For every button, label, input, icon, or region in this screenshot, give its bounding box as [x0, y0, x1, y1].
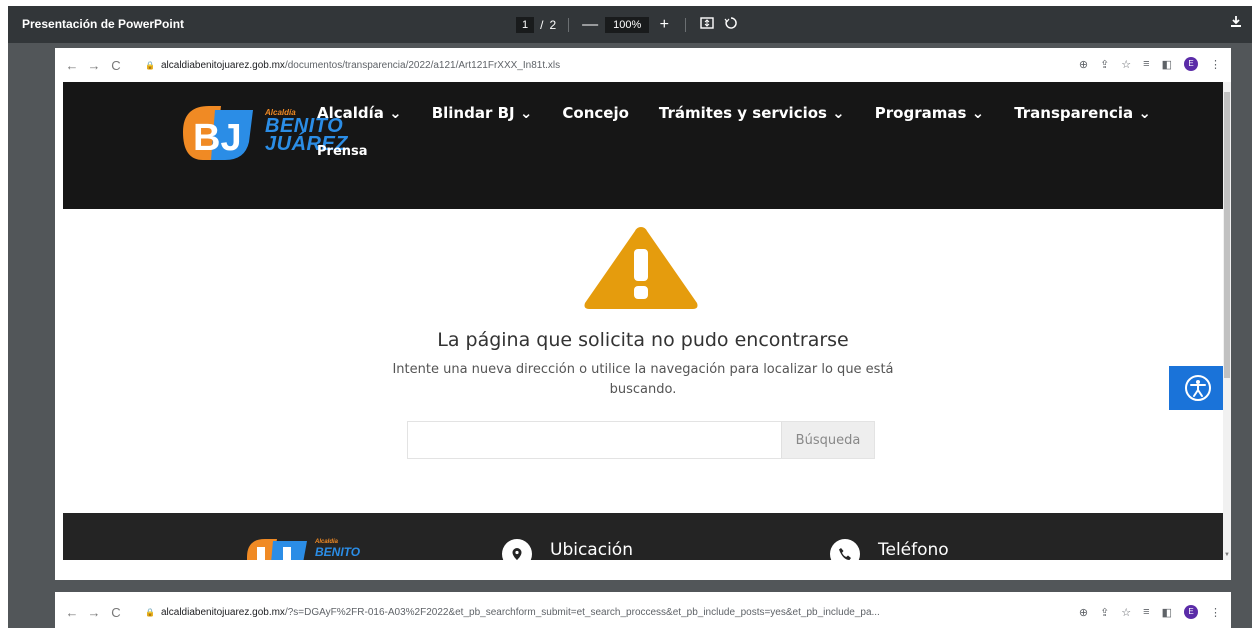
scroll-down-arrow-icon[interactable]: ▼ [1223, 552, 1231, 558]
main-menu: Alcaldía ⌄ Blindar BJ ⌄ Concejo Trámites… [317, 104, 1151, 122]
avatar: E [1184, 605, 1198, 619]
browser-address-bar-2: ← → C 🔒 alcaldiabenitojuarez.gob.mx/?s=D… [55, 592, 1231, 628]
zoom-level-input[interactable]: 100% [605, 17, 650, 33]
url-text: alcaldiabenitojuarez.gob.mx/documentos/t… [160, 59, 561, 71]
menu-item-tramites[interactable]: Trámites y servicios ⌄ [659, 104, 845, 122]
zoom-out-button[interactable]: — [581, 16, 599, 34]
menu-item-alcaldia[interactable]: Alcaldía ⌄ [317, 104, 402, 122]
reading-list-icon: ≡ [1143, 606, 1150, 618]
lock-icon: 🔒 [145, 60, 155, 70]
site-footer: Alcaldía BENITO Ubicación Teléfono [63, 513, 1223, 560]
menu-item-blindar[interactable]: Blindar BJ ⌄ [432, 104, 533, 122]
back-arrow-icon: ← [65, 57, 79, 73]
menu-item-transparencia[interactable]: Transparencia ⌄ [1014, 104, 1151, 122]
pdf-toolbar: Presentación de PowerPoint 1 / 2 — 100% … [8, 6, 1252, 43]
footer-phone: Teléfono [830, 531, 949, 560]
accessibility-button[interactable] [1169, 366, 1223, 410]
rotate-icon[interactable] [722, 16, 740, 35]
fit-page-icon[interactable] [698, 16, 716, 34]
phone-icon [830, 539, 860, 560]
back-arrow-icon: ← [65, 604, 79, 620]
more-menu-icon: ⋮ [1210, 606, 1221, 619]
search-form: Búsqueda [407, 421, 875, 459]
side-panel-icon: ◧ [1161, 58, 1172, 71]
footer-logo-text: Alcaldía BENITO [315, 539, 361, 559]
scroll-thumb[interactable] [1224, 92, 1230, 378]
reload-icon: C [111, 57, 121, 73]
browser-toolbar-icons: ⊕ ⇪ ☆ ≡ ◧ E ⋮ [1079, 605, 1221, 619]
pdf-page-1: ← → C 🔒 alcaldiabenitojuarez.gob.mx/docu… [55, 48, 1231, 580]
search-input[interactable] [408, 422, 781, 458]
menu-item-prensa[interactable]: Prensa [317, 144, 368, 159]
phone-label: Teléfono [878, 540, 949, 560]
download-icon[interactable] [1230, 15, 1242, 31]
not-found-content: La página que solicita no pudo encontrar… [63, 209, 1223, 513]
browser-address-bar: ← → C 🔒 alcaldiabenitojuarez.gob.mx/docu… [55, 48, 1231, 82]
forward-arrow-icon: → [87, 604, 101, 620]
menu-item-concejo[interactable]: Concejo [562, 104, 629, 122]
warning-icon [584, 227, 698, 309]
search-button[interactable]: Búsqueda [781, 422, 874, 458]
svg-text:BJ: BJ [193, 117, 242, 159]
more-menu-icon: ⋮ [1210, 58, 1221, 71]
side-panel-icon: ◧ [1161, 606, 1172, 619]
location-pin-icon [502, 539, 532, 560]
star-icon: ☆ [1121, 58, 1132, 71]
url-text: alcaldiabenitojuarez.gob.mx/?s=DGAyF%2FR… [160, 606, 880, 618]
star-icon: ☆ [1121, 606, 1132, 619]
bj-logo-icon: BJ [183, 106, 253, 160]
menu-item-programas[interactable]: Programas ⌄ [875, 104, 984, 122]
accessibility-icon [1184, 375, 1211, 401]
avatar: E [1184, 57, 1198, 71]
reading-list-icon: ≡ [1143, 58, 1150, 70]
browser-toolbar-icons: ⊕ ⇪ ☆ ≡ ◧ E ⋮ [1079, 57, 1221, 71]
total-pages: 2 [549, 18, 557, 32]
document-title: Presentación de PowerPoint [22, 17, 185, 31]
location-label: Ubicación [550, 540, 633, 560]
pdf-controls: 1 / 2 — 100% + [516, 14, 740, 36]
forward-arrow-icon: → [87, 57, 101, 73]
page-separator: / [540, 18, 544, 32]
lock-icon: 🔒 [145, 607, 155, 617]
footer-logo-icon [247, 539, 307, 560]
share-icon: ⇪ [1100, 58, 1110, 71]
zoom-in-button[interactable]: + [655, 16, 673, 34]
site-header: BJ Alcaldía BENITO JUÁREZ Alcaldía ⌄ Bli… [63, 82, 1223, 209]
reload-icon: C [111, 604, 121, 620]
page-scrollbar[interactable]: ▼ [1223, 82, 1231, 560]
zoom-icon: ⊕ [1078, 58, 1089, 71]
divider [568, 18, 570, 32]
error-title: La página que solicita no pudo encontrar… [437, 329, 849, 351]
page-number-input[interactable]: 1 [516, 17, 535, 33]
divider [685, 18, 687, 32]
pdf-viewer: Presentación de PowerPoint 1 / 2 — 100% … [8, 6, 1252, 628]
website-screenshot: BJ Alcaldía BENITO JUÁREZ Alcaldía ⌄ Bli… [63, 82, 1223, 560]
error-subtitle: Intente una nueva dirección o utilice la… [392, 362, 894, 397]
footer-location: Ubicación [502, 531, 633, 560]
zoom-icon: ⊕ [1078, 606, 1089, 619]
pdf-page-2: ← → C 🔒 alcaldiabenitojuarez.gob.mx/?s=D… [55, 592, 1231, 628]
share-icon: ⇪ [1100, 606, 1110, 619]
